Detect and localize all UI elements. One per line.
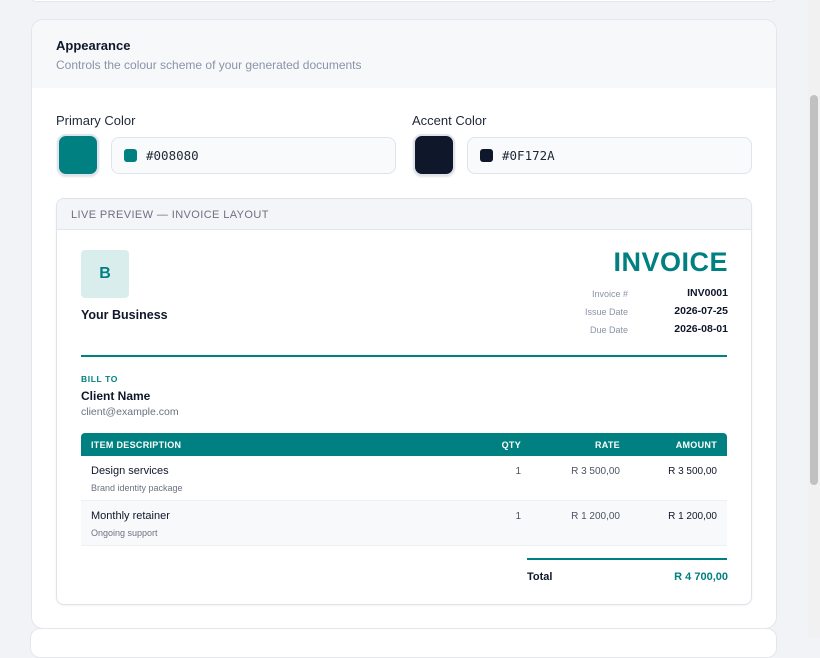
item-qty: 1 bbox=[515, 466, 521, 477]
col-qty: QTY bbox=[501, 440, 521, 450]
preview-header: LIVE PREVIEW — INVOICE LAYOUT bbox=[57, 199, 751, 230]
due-date-label: Due Date bbox=[589, 325, 628, 335]
client-email: client@example.com bbox=[81, 406, 179, 418]
item-rate: R 3 500,00 bbox=[571, 466, 620, 477]
total-divider bbox=[527, 558, 727, 560]
col-description: ITEM DESCRIPTION bbox=[91, 440, 182, 450]
next-section-card bbox=[30, 628, 777, 658]
invoice-title: INVOICE bbox=[613, 247, 728, 277]
primary-color-swatch[interactable] bbox=[57, 134, 99, 176]
primary-color-label: Primary Color bbox=[56, 113, 136, 128]
item-name: Design services bbox=[91, 465, 169, 477]
accent-color-value: #0F172A bbox=[502, 148, 555, 163]
section-subtitle: Controls the colour scheme of your gener… bbox=[56, 58, 362, 72]
table-row: Monthly retainer Ongoing support 1 R 1 2… bbox=[81, 501, 727, 546]
due-date-value: 2026-08-01 bbox=[674, 323, 728, 335]
items-table-header: ITEM DESCRIPTION QTY RATE AMOUNT bbox=[81, 433, 727, 456]
col-rate: RATE bbox=[594, 440, 620, 450]
total-value: R 4 700,00 bbox=[674, 571, 728, 583]
issue-date-value: 2026-07-25 bbox=[674, 305, 728, 317]
previous-section-card bbox=[30, 0, 777, 2]
accent-color-input[interactable]: #0F172A bbox=[467, 137, 752, 174]
primary-color-chip bbox=[124, 149, 137, 162]
item-amount: R 3 500,00 bbox=[668, 466, 717, 477]
item-description: Brand identity package bbox=[91, 483, 183, 493]
issue-date-label: Issue Date bbox=[584, 307, 628, 317]
bill-to-label: BILL TO bbox=[81, 374, 118, 384]
business-logo: B bbox=[81, 250, 129, 298]
card-header: Appearance Controls the colour scheme of… bbox=[32, 20, 776, 88]
accent-color-chip bbox=[480, 149, 493, 162]
invoice-number-label: Invoice # bbox=[591, 289, 628, 299]
item-name: Monthly retainer bbox=[91, 510, 170, 522]
col-amount: AMOUNT bbox=[675, 440, 717, 450]
header-divider bbox=[81, 355, 727, 357]
primary-color-value: #008080 bbox=[146, 148, 199, 163]
business-name: Your Business bbox=[81, 308, 168, 322]
accent-color-swatch[interactable] bbox=[413, 134, 455, 176]
item-rate: R 1 200,00 bbox=[571, 511, 620, 522]
accent-color-label: Accent Color bbox=[412, 113, 487, 128]
primary-color-input[interactable]: #008080 bbox=[111, 137, 396, 174]
invoice-preview: LIVE PREVIEW — INVOICE LAYOUT B Your Bus… bbox=[56, 198, 752, 605]
table-row: Design services Brand identity package 1… bbox=[81, 456, 727, 501]
item-qty: 1 bbox=[515, 511, 521, 522]
scrollbar-thumb[interactable] bbox=[810, 95, 818, 485]
item-amount: R 1 200,00 bbox=[668, 511, 717, 522]
invoice-number-value: INV0001 bbox=[687, 287, 728, 299]
section-title: Appearance bbox=[56, 38, 131, 53]
preview-header-label: LIVE PREVIEW — INVOICE LAYOUT bbox=[71, 209, 269, 221]
client-name: Client Name bbox=[81, 389, 151, 403]
appearance-card: Appearance Controls the colour scheme of… bbox=[31, 19, 777, 629]
item-description: Ongoing support bbox=[91, 528, 158, 538]
total-label: Total bbox=[527, 571, 553, 583]
